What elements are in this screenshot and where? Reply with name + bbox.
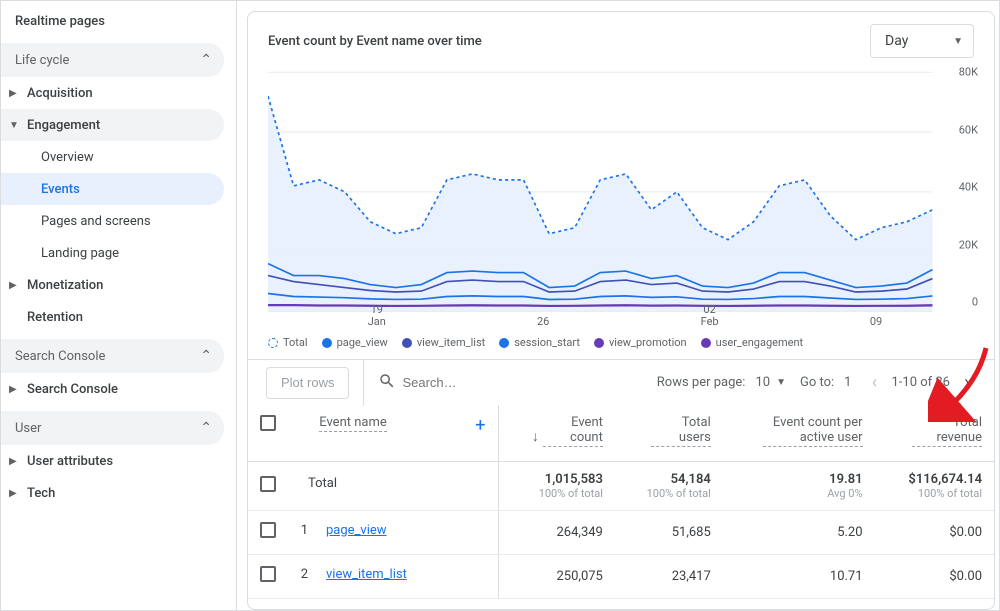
row-checkbox[interactable] [260,476,276,492]
sidebar-section-label: Search Console [15,349,105,364]
caret-right-icon: ▶ [9,280,17,291]
legend-label: view_item_list [417,336,485,349]
x-axis-tick: 26 [537,316,549,328]
y-axis-tick: 80K [959,66,978,79]
table-row: 1page_view 264,349 51,685 5.20 $0.00 [248,510,994,554]
sidebar-item-label: Tech [27,486,55,501]
legend-item[interactable]: view_promotion [594,336,687,349]
sidebar-item-label: Search Console [27,382,118,397]
sidebar-item-landing-page[interactable]: Landing page [1,237,224,269]
card-title: Event count by Event name over time [268,34,482,49]
y-axis-tick: 40K [959,181,978,194]
row-checkbox[interactable] [260,522,276,538]
sidebar-item-label: Engagement [27,118,100,133]
add-dimension-button[interactable]: + [475,415,485,436]
sidebar-item-label: User attributes [27,454,113,469]
total-label: Total [308,476,337,491]
sidebar-section-label: User [15,421,41,436]
caret-right-icon: ▶ [9,488,17,499]
dropdown-arrow-icon: ▼ [776,377,786,388]
sidebar-section-search-console[interactable]: Search Console ⌃ [1,339,224,373]
legend-item[interactable]: user_engagement [701,336,804,349]
col-total-users[interactable]: Total users [651,415,711,447]
event-name-link[interactable]: view_item_list [326,567,407,582]
goto-label: Go to: [800,375,834,390]
prev-page-button[interactable]: ‹ [865,372,883,393]
sidebar-item-user-attributes[interactable]: ▶ User attributes [1,445,224,477]
caret-right-icon: ▶ [9,88,17,99]
sidebar-section-label: Life cycle [15,53,69,68]
chart-legend: Total page_view view_item_list session_star… [248,332,994,359]
legend-swatch [268,338,278,348]
rows-per-page-select[interactable]: 10 ▼ [755,375,786,390]
chevron-up-icon: ⌃ [200,52,212,68]
period-select-value: Day [885,33,908,49]
sidebar-section-user[interactable]: User ⌃ [1,411,224,445]
sidebar-section-life-cycle[interactable]: Life cycle ⌃ [1,43,224,77]
col-event-per-user[interactable]: Event count per active user [763,415,863,447]
event-name-link[interactable]: page_view [326,523,387,538]
sidebar-item-engagement[interactable]: ▼ Engagement [1,109,224,141]
sort-desc-icon[interactable]: ↓ [532,429,539,445]
search-icon [378,372,396,394]
legend-swatch [322,338,332,348]
page-range: 1-10 of 26 [891,375,950,390]
legend-label: session_start [514,336,580,349]
col-event-count[interactable]: Event count [543,415,603,447]
sidebar-item-monetization[interactable]: ▶ Monetization [1,269,224,301]
period-select[interactable]: Day ▼ [870,24,974,58]
dropdown-arrow-icon: ▼ [953,36,963,47]
row-index: 1 [294,523,308,538]
col-event-name[interactable]: Event name [319,415,387,432]
y-axis-tick: 20K [959,238,978,251]
plot-rows-button[interactable]: Plot rows [266,367,349,399]
col-total-revenue[interactable]: Total revenue [912,415,982,447]
x-axis-tick: 09 [870,316,882,328]
sidebar-item-events[interactable]: Events [1,173,224,205]
legend-swatch [402,338,412,348]
x-axis-tick: 19Jan [368,304,386,328]
caret-right-icon: ▶ [9,384,17,395]
select-all-checkbox[interactable] [260,415,276,431]
sidebar-item-label: Retention [27,310,83,325]
legend-swatch [499,338,509,348]
legend-label: Total [283,336,308,349]
chevron-up-icon: ⌃ [200,420,212,436]
sidebar-item-acquisition[interactable]: ▶ Acquisition [1,77,224,109]
caret-down-icon: ▼ [9,120,19,131]
table-row: 2view_item_list 250,075 23,417 10.71 $0.… [248,554,994,598]
legend-item[interactable]: Total [268,336,308,349]
search-input[interactable] [402,375,472,390]
sidebar-item-realtime-pages[interactable]: Realtime pages [1,5,224,37]
legend-label: user_engagement [716,336,804,349]
legend-item[interactable]: page_view [322,336,388,349]
row-checkbox[interactable] [260,566,276,582]
sidebar-item-pages-screens[interactable]: Pages and screens [1,205,224,237]
row-index: 2 [294,567,308,582]
rows-per-page-label: Rows per page: [657,375,746,390]
sidebar-item-search-console[interactable]: ▶ Search Console [1,373,224,405]
sidebar-item-label: Monetization [27,278,103,293]
legend-swatch [701,338,711,348]
goto-value: 1 [844,375,851,390]
events-table: Event name + ↓Event count Total users Ev… [248,405,994,599]
y-axis-tick: 0 [972,296,978,309]
legend-item[interactable]: session_start [499,336,580,349]
sidebar-item-tech[interactable]: ▶ Tech [1,477,224,509]
sidebar-item-overview[interactable]: Overview [1,141,224,173]
legend-label: page_view [337,336,388,349]
caret-right-icon: ▶ [9,456,17,467]
chevron-up-icon: ⌃ [200,348,212,364]
next-page-button[interactable]: › [958,372,976,393]
y-axis-tick: 60K [959,123,978,136]
line-chart: 020K40K60K80K 19Jan2602Feb09 [268,66,974,326]
x-axis-tick: 02Feb [701,304,719,328]
sidebar-item-label: Acquisition [27,86,93,101]
legend-label: view_promotion [609,336,687,349]
legend-swatch [594,338,604,348]
legend-item[interactable]: view_item_list [402,336,485,349]
table-total-row: Total 1,015,583100% of total 54,184100% … [248,461,994,510]
sidebar-item-retention[interactable]: Retention [1,301,224,333]
